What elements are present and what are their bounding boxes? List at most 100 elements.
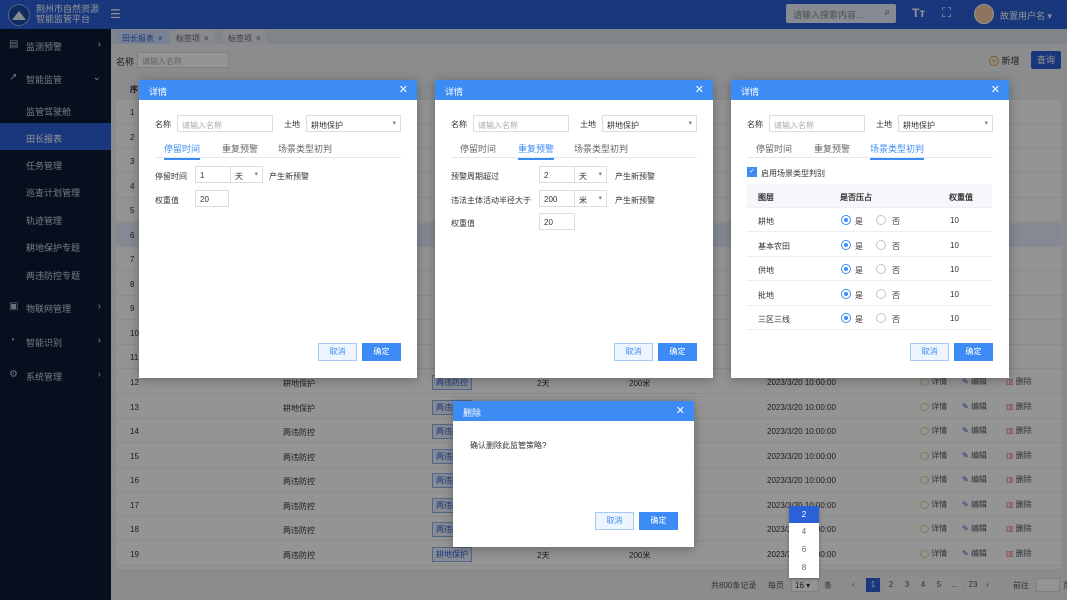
chevron-down-icon: ▾ [598,171,602,178]
column-header-layer: 图层 [758,193,774,202]
dialog-header: 详情 ✕ [435,80,713,100]
delete-dialog: 删除 ✕ 确认删除此监管策略? 取消 确定 [453,401,694,547]
weight-label: 权重值 [155,196,179,205]
stay-unit-select[interactable]: 天 ▾ [230,166,263,183]
close-icon[interactable]: ✕ [676,404,685,417]
confirm-button[interactable]: 确定 [658,343,697,361]
layer-weight: 10 [950,240,959,250]
radius-input[interactable]: 200 [539,190,575,207]
confirm-button[interactable]: 确定 [954,343,993,361]
column-header-weight: 权重值 [949,193,973,202]
layer-row: 三区三线 是 否 10 [747,306,992,330]
layer-weight: 10 [950,265,959,274]
weight-input[interactable]: 20 [195,190,229,207]
land-label: 土地 [580,120,596,129]
cancel-button[interactable]: 取消 [595,512,634,530]
name-input[interactable]: 请输入名称 [177,115,273,132]
dialog-header: 详情 ✕ [139,80,417,100]
press-no-label: 否 [892,217,900,226]
press-no-radio[interactable] [876,264,886,274]
press-yes-label: 是 [855,266,863,275]
land-select-value: 耕地保护 [607,121,639,130]
close-icon[interactable]: ✕ [399,83,408,96]
detail-dialog-repeat-warning: 详情 ✕ 名称 请输入名称 土地 耕地保护 ▾ 停留时间 重复预警 场景类型初判 预… [435,80,713,378]
press-no-radio[interactable] [876,215,886,225]
name-input[interactable]: 请输入名称 [473,115,569,132]
radius-unit-select[interactable]: 米 ▾ [574,190,607,207]
page-size-option[interactable]: 6 [789,541,819,558]
cancel-button[interactable]: 取消 [318,343,357,361]
name-label: 名称 [451,120,467,129]
tab-stay-time[interactable]: 停留时间 [460,142,496,155]
land-select[interactable]: 耕地保护 ▾ [898,115,993,132]
press-no-radio[interactable] [876,313,886,323]
radius-unit-value: 米 [579,196,587,205]
period-label: 预警周期超过 [451,172,499,181]
press-yes-radio[interactable] [841,313,851,323]
press-yes-radio[interactable] [841,239,851,250]
tab-scene-type[interactable]: 场景类型初判 [574,142,628,155]
layer-name: 供地 [758,266,774,275]
layer-row: 耕地 是 否 10 [747,208,992,232]
page-size-option[interactable]: 2 [789,506,819,523]
stay-time-input[interactable]: 1 [195,166,231,183]
cancel-button[interactable]: 取消 [910,343,949,361]
page-size-option[interactable]: 8 [789,559,819,576]
cancel-button[interactable]: 取消 [614,343,653,361]
layer-weight: 10 [950,289,959,299]
period-unit-value: 天 [579,172,587,181]
detail-dialog-scene-type: 详情 ✕ 名称 请输入名称 土地 耕地保护 ▾ 停留时间 重复预警 场景类型初判 ✓… [731,80,1009,378]
confirm-button[interactable]: 确定 [362,343,401,361]
tab-stay-time[interactable]: 停留时间 [756,142,792,155]
chevron-down-icon: ▾ [688,120,692,127]
stay-time-label: 停留时间 [155,172,187,181]
land-select-value: 耕地保护 [311,121,343,130]
page-size-option[interactable]: 4 [789,523,819,540]
stay-suffix: 产生新预警 [269,172,309,181]
press-yes-radio[interactable] [841,264,851,274]
press-yes-label: 是 [855,241,863,251]
layer-weight: 10 [950,314,959,323]
tab-divider [747,157,993,158]
layer-row: 批地 是 否 10 [747,282,992,306]
period-suffix: 产生新预警 [615,172,655,181]
radius-label: 违法主体活动半径大于 [451,196,531,205]
land-select[interactable]: 耕地保护 ▾ [306,115,401,132]
dialog-header: 详情 ✕ [731,80,1009,100]
land-select[interactable]: 耕地保护 ▾ [602,115,697,132]
enable-scene-label: 启用场景类型判别 [761,169,825,178]
page-size-dropdown: 2 4 6 8 [789,506,819,578]
dialog-title: 详情 [445,87,464,97]
press-yes-radio[interactable] [841,215,851,225]
dialog-title: 详情 [149,87,168,97]
layer-row: 基本农田 是 否 10 [747,233,992,257]
land-label: 土地 [284,120,300,129]
close-icon[interactable]: ✕ [991,83,1000,96]
close-icon[interactable]: ✕ [695,83,704,96]
land-select-value: 耕地保护 [903,121,935,130]
stay-unit-value: 天 [235,172,243,181]
dialog-header: 删除 ✕ [453,401,694,421]
press-no-label: 否 [892,315,900,324]
tab-divider [451,157,697,158]
press-yes-label: 是 [855,290,863,300]
press-no-radio[interactable] [876,239,886,250]
tab-divider [155,157,401,158]
press-yes-label: 是 [855,315,863,324]
name-input[interactable]: 请输入名称 [769,115,865,132]
period-input[interactable]: 2 [539,166,575,183]
tab-repeat-warning[interactable]: 重复预警 [814,142,850,155]
chevron-down-icon: ▾ [984,120,988,127]
enable-scene-checkbox[interactable]: ✓ [747,167,757,177]
weight-input[interactable]: 20 [539,213,575,230]
press-yes-radio[interactable] [841,288,851,299]
confirm-button[interactable]: 确定 [639,512,678,530]
press-no-radio[interactable] [876,288,886,299]
tab-scene-type[interactable]: 场景类型初判 [278,142,332,155]
press-yes-label: 是 [855,217,863,226]
layer-name: 批地 [758,290,774,300]
period-unit-select[interactable]: 天 ▾ [574,166,607,183]
delete-message: 确认删除此监管策略? [470,441,547,450]
chevron-down-icon: ▾ [254,171,258,178]
tab-repeat-warning[interactable]: 重复预警 [222,142,258,155]
